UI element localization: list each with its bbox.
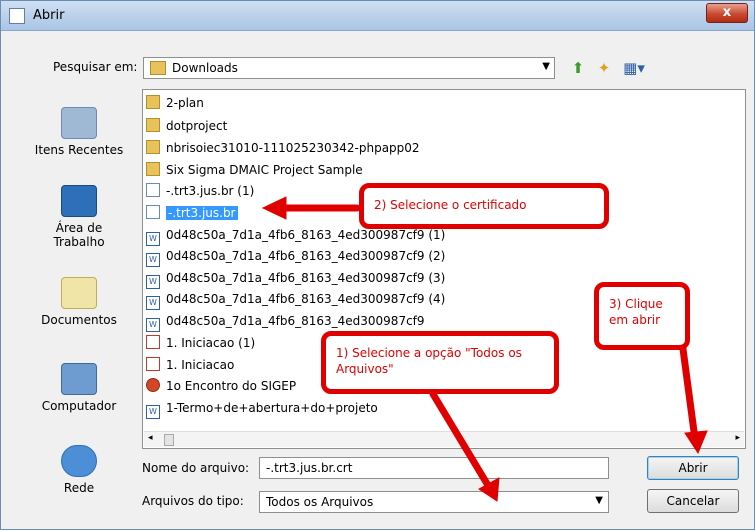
- arrow-head: [684, 430, 708, 455]
- arrow-to-filetype: [429, 390, 493, 491]
- arrow-to-open-button: [679, 345, 699, 443]
- open-dialog: Abrir x Pesquisar em: Downloads ▼ ⬆ ✦ ▦▾…: [0, 0, 755, 530]
- annotation-arrows: [261, 196, 708, 502]
- arrow-head: [261, 196, 287, 220]
